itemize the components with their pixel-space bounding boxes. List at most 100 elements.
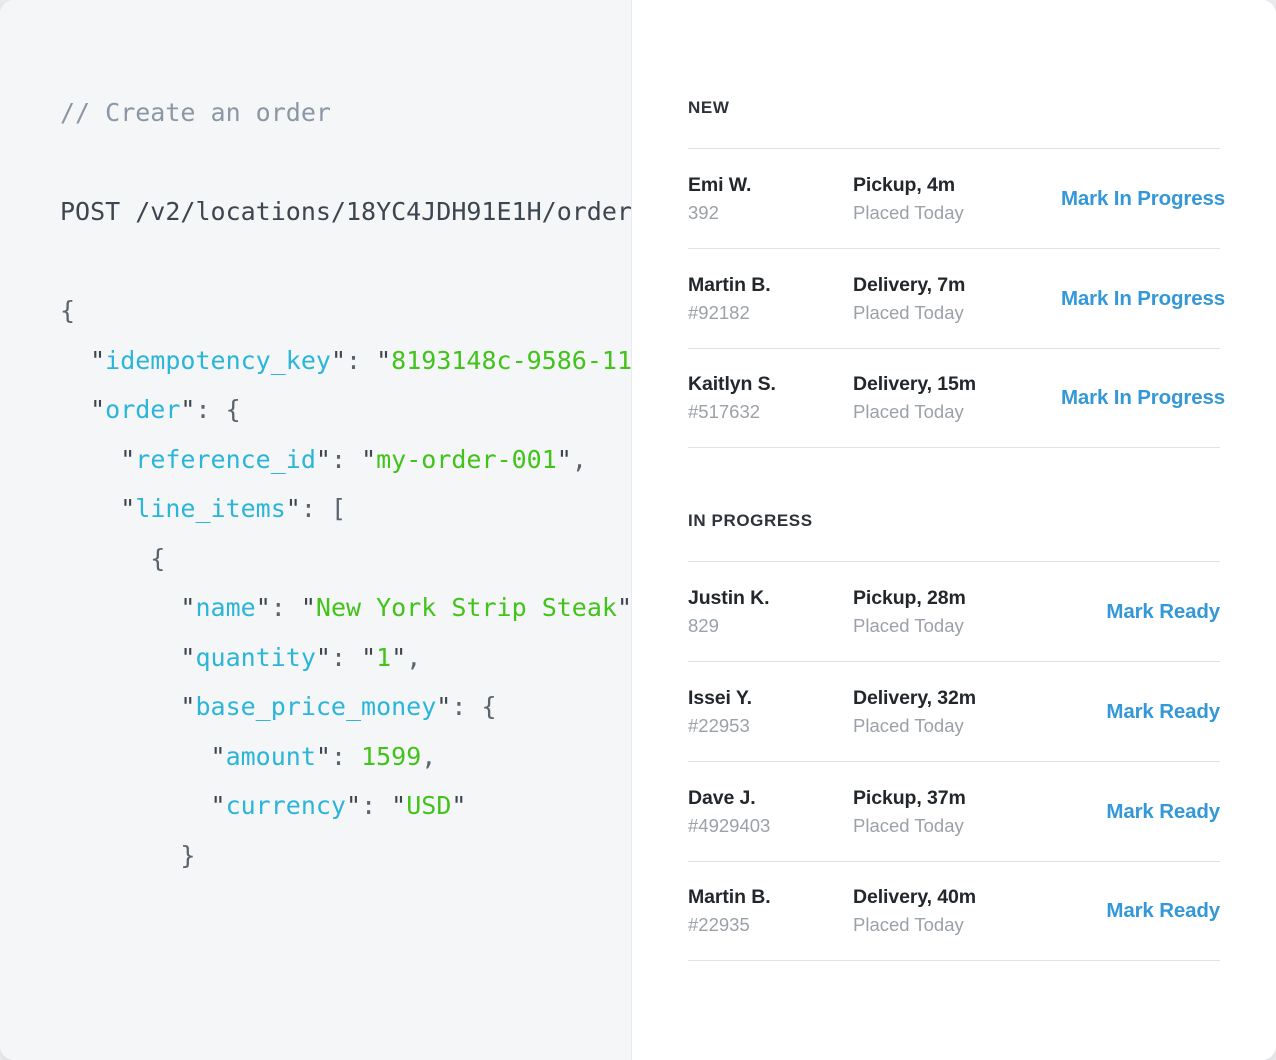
order-row[interactable]: Justin K. 829 Pickup, 28m Placed Today Mark …: [688, 561, 1220, 661]
order-fulfillment-cell: Pickup, 37m Placed Today: [853, 785, 1061, 839]
code-quote: ": [391, 642, 407, 672]
order-row[interactable]: Emi W. 392 Pickup, 4m Placed Today Mark In P…: [688, 148, 1225, 248]
fulfillment-type: Delivery, 40m: [853, 886, 977, 908]
fulfillment-type: Pickup, 4m: [853, 173, 955, 196]
order-id: #4929403: [688, 814, 771, 836]
code-block: // Create an order POST /v2/locations/18…: [60, 88, 632, 880]
customer-name: Dave J.: [688, 786, 756, 809]
code-key: line_items: [135, 494, 286, 523]
customer-name: Emi W.: [688, 173, 752, 196]
code-line: "name": "New York Strip Steak",: [60, 583, 632, 633]
order-action-button[interactable]: Mark In Progress: [1061, 287, 1225, 311]
order-action-button[interactable]: Mark Ready: [1106, 700, 1220, 724]
order-action-button[interactable]: Mark Ready: [1106, 600, 1220, 624]
order-action-cell: Mark Ready: [1061, 700, 1220, 724]
fulfillment-type: Delivery, 32m: [853, 686, 977, 709]
code-key: amount: [225, 741, 316, 771]
code-quote: ": [315, 444, 331, 474]
order-fulfillment-cell: Pickup, 4m Placed Today: [853, 172, 1061, 226]
code-quote: ": [361, 444, 377, 474]
order-row[interactable]: Martin B. #22935 Delivery, 40m Placed Today…: [688, 861, 1220, 961]
order-fulfillment-cell: Delivery, 40m Placed Today: [853, 884, 1061, 938]
code-quote: ": [60, 741, 226, 771]
code-quote: ": [180, 395, 196, 424]
order-action-cell: Mark In Progress: [1061, 187, 1225, 211]
code-line: // Create an order: [60, 88, 631, 138]
fulfillment-type: Delivery, 7m: [853, 273, 966, 296]
code-comment: // Create an order: [60, 98, 331, 127]
code-line: "amount": 1599,: [60, 732, 631, 782]
app-window: // Create an order POST /v2/locations/18…: [0, 0, 1276, 1060]
code-quote: ": [60, 593, 196, 622]
code-quote: ": [315, 741, 331, 771]
code-brace: {: [60, 543, 166, 573]
order-id: #517632: [688, 401, 761, 422]
code-key: order: [105, 395, 181, 424]
order-customer-cell: Kaitlyn S. #517632: [688, 371, 853, 425]
code-quote: ": [60, 642, 196, 672]
code-string-value: USD: [406, 791, 452, 820]
code-quote: ": [255, 593, 271, 622]
code-line: "currency": "USD": [60, 781, 631, 831]
code-colon: :: [330, 642, 362, 672]
code-comma: ,: [571, 444, 587, 474]
orders-panel: NEW Emi W. 392 Pickup, 4m Placed Today Mark I…: [632, 0, 1276, 1060]
code-line: "idempotency_key": "8193148c-9586-11e6-b…: [60, 336, 632, 386]
order-action-button[interactable]: Mark In Progress: [1061, 187, 1225, 211]
code-string-value: 1: [376, 642, 392, 672]
customer-name: Justin K.: [688, 586, 770, 609]
customer-name: Martin B.: [688, 273, 771, 296]
code-quote: ": [60, 345, 106, 375]
order-row[interactable]: Kaitlyn S. #517632 Delivery, 15m Placed Tod…: [688, 348, 1225, 448]
order-action-cell: Mark Ready: [1061, 899, 1220, 923]
code-sample-panel: // Create an order POST /v2/locations/18…: [0, 0, 632, 1060]
code-line: {: [60, 534, 631, 584]
order-action-button[interactable]: Mark Ready: [1106, 800, 1220, 824]
order-action-cell: Mark In Progress: [1061, 287, 1225, 311]
code-open-bracket: : [: [300, 494, 346, 523]
code-quote: ": [556, 444, 572, 474]
order-id: #92182: [688, 301, 750, 323]
order-action-cell: Mark In Progress: [1061, 386, 1225, 410]
order-fulfillment-cell: Pickup, 28m Placed Today: [853, 585, 1061, 639]
order-id: 829: [688, 614, 719, 636]
code-quote: ": [436, 692, 452, 721]
order-placed-time: Placed Today: [853, 814, 964, 836]
customer-name: Martin B.: [688, 886, 771, 908]
code-open-bracket: : {: [195, 395, 241, 424]
code-string-value: 8193148c-9586-11e6-beb8-9e71128cae77: [391, 345, 632, 375]
order-row[interactable]: Issei Y. #22953 Delivery, 32m Placed Today M…: [688, 661, 1220, 761]
code-comma: ,: [406, 642, 422, 672]
code-line: "base_price_money": {: [60, 682, 631, 732]
order-fulfillment-cell: Delivery, 7m Placed Today: [853, 272, 1061, 326]
order-action-cell: Mark Ready: [1061, 600, 1220, 624]
fulfillment-type: Delivery, 15m: [853, 373, 977, 395]
code-key: reference_id: [135, 444, 316, 474]
code-quote: ": [330, 345, 346, 375]
code-brace: {: [60, 296, 76, 325]
code-colon: :: [330, 444, 362, 474]
order-row[interactable]: Dave J. #4929403 Pickup, 37m Placed Today Ma…: [688, 761, 1220, 861]
order-action-button[interactable]: Mark Ready: [1106, 899, 1220, 923]
order-fulfillment-cell: Delivery, 32m Placed Today: [853, 685, 1061, 739]
code-brace: }: [60, 840, 196, 870]
code-line: "line_items": [: [60, 484, 631, 534]
code-open-bracket: : {: [451, 692, 497, 721]
code-line: "quantity": "1",: [60, 633, 631, 683]
order-action-button[interactable]: Mark In Progress: [1061, 386, 1225, 410]
order-id: #22935: [688, 914, 750, 935]
code-colon: :: [270, 593, 301, 622]
code-key: currency: [225, 791, 346, 820]
code-quote: ": [315, 642, 331, 672]
customer-name: Kaitlyn S.: [688, 373, 776, 395]
fulfillment-type: Pickup, 28m: [853, 586, 966, 609]
code-key: idempotency_key: [105, 345, 331, 375]
order-customer-cell: Emi W. 392: [688, 172, 853, 226]
order-row[interactable]: Martin B. #92182 Delivery, 7m Placed Today M…: [688, 248, 1225, 348]
code-quote: ": [285, 494, 301, 523]
code-quote: ": [60, 444, 136, 474]
code-comma: ,: [421, 741, 437, 771]
code-quote: ": [616, 593, 632, 622]
